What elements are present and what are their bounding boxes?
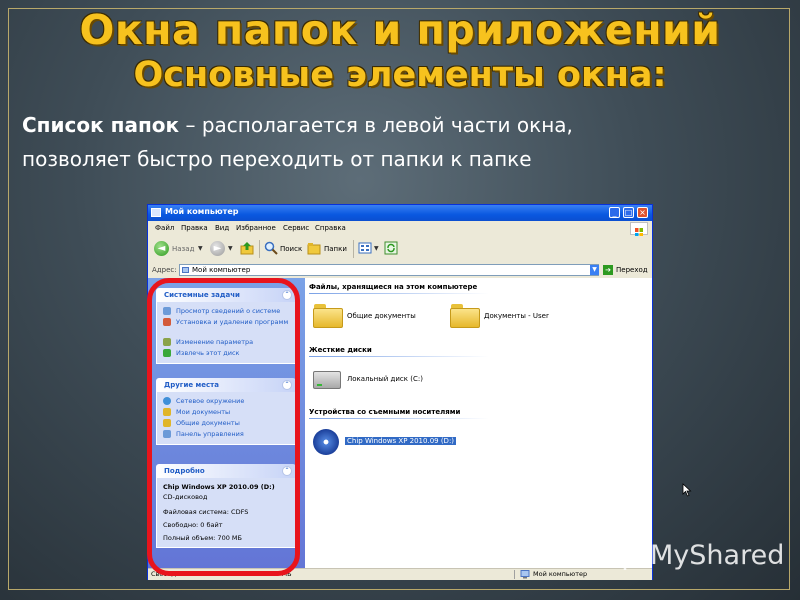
folder-list-highlight [147,278,300,576]
forward-dropdown-icon[interactable]: ▼ [228,245,233,252]
address-input[interactable]: Мой компьютер [179,264,599,276]
my-computer-icon [520,570,530,579]
address-label: Адрес: [152,266,177,274]
shared-documents-folder-icon[interactable] [313,304,343,328]
address-bar: Адрес: Мой компьютер ▼ ➔ Переход [148,262,652,279]
back-arrow-icon[interactable]: ◄ [154,241,169,256]
group-header-files: Файлы, хранящиеся на этом компьютере [309,283,478,291]
view-dropdown-icon[interactable]: ▼ [374,245,379,252]
minimize-button[interactable]: _ [609,207,620,218]
myshared-watermark: MyShared [606,538,786,574]
back-button-label[interactable]: Назад [172,245,194,253]
address-value: Мой компьютер [192,266,251,274]
description-line-1: Список папок – располагается в левой час… [22,108,782,142]
description-text-1: располагается в левой части окна, [201,113,573,137]
menu-bar: Файл Правка Вид Избранное Сервис Справка [148,221,652,237]
menu-favorites[interactable]: Избранное [236,224,276,232]
menu-help[interactable]: Справка [315,224,346,232]
group-divider [309,418,489,419]
user-documents-folder-icon[interactable] [450,304,480,328]
search-icon[interactable] [264,241,278,255]
toolbar: ◄ Назад ▼ ► ▼ Поиск Папки ▼ [148,236,652,263]
menu-file[interactable]: Файл [155,224,174,232]
view-mode-icon[interactable] [358,241,372,255]
back-dropdown-icon[interactable]: ▼ [198,245,203,252]
toolbar-separator [259,240,260,258]
slide-subtitle: Основные элементы окна: [133,55,667,95]
slide-description: Список папок – располагается в левой час… [22,108,782,176]
description-line-2: позволяет быстро переходить от папки к п… [22,147,532,171]
group-header-hard-drives: Жесткие диски [309,346,372,354]
user-documents-label[interactable]: Документы - User [484,312,549,320]
my-computer-icon [182,267,189,273]
windows-logo-icon [630,222,648,237]
maximize-button[interactable]: □ [623,207,634,218]
menu-view[interactable]: Вид [215,224,229,232]
folder-up-icon[interactable] [240,241,254,255]
folders-icon[interactable] [307,241,321,255]
description-dash: – [179,113,202,137]
go-arrow-icon[interactable]: ➔ [603,265,613,275]
hard-drive-icon[interactable] [313,371,341,389]
group-header-removable: Устройства со съемными носителями [309,408,461,416]
local-disk-label[interactable]: Локальный диск (C:) [347,375,423,383]
status-location: Мой компьютер [533,570,588,578]
group-divider [309,293,489,294]
shared-documents-label[interactable]: Общие документы [347,312,416,320]
window-title: Мой компьютер [165,207,239,216]
cd-drive-label[interactable]: Chip Windows XP 2010.09 (D:) [345,437,457,445]
toolbar-separator [353,240,354,258]
slide-title: Окна папок и приложений [79,6,721,54]
sync-icon[interactable] [384,241,398,255]
my-computer-icon [151,208,161,217]
cd-drive-icon[interactable] [313,429,339,455]
forward-arrow-icon[interactable]: ► [210,241,225,256]
close-button[interactable]: × [637,207,648,218]
window-titlebar[interactable]: Мой компьютер _ □ × [148,205,652,221]
address-dropdown-icon[interactable]: ▼ [590,265,599,275]
presentation-board-icon [607,540,643,570]
status-separator [514,570,515,579]
description-term: Список папок [22,113,180,137]
go-button-label[interactable]: Переход [616,266,648,274]
group-divider [309,356,489,357]
search-button-label[interactable]: Поиск [280,245,302,253]
menu-edit[interactable]: Правка [181,224,208,232]
menu-tools[interactable]: Сервис [283,224,309,232]
folders-button-label[interactable]: Папки [324,245,347,253]
content-pane: Файлы, хранящиеся на этом компьютере Общ… [305,278,692,568]
watermark-text: MyShared [650,540,785,571]
mouse-cursor-icon [682,483,692,497]
